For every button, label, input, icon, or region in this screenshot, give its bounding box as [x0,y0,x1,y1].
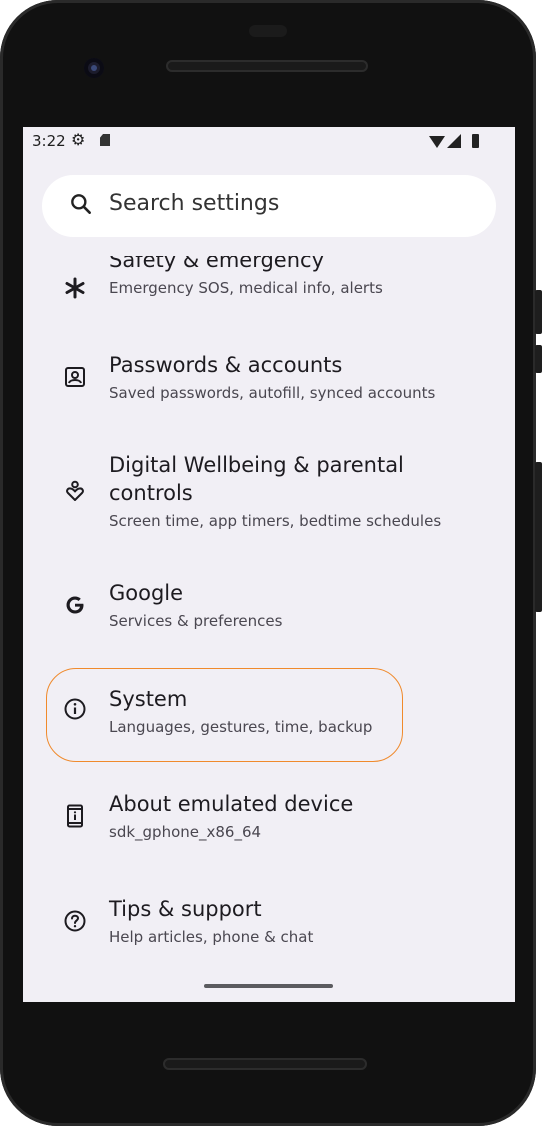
power-button [535,462,542,612]
volume-down-button [535,345,542,373]
item-subtitle: Emergency SOS, medical info, alerts [109,279,383,297]
cell-signal-icon [447,134,461,148]
settings-item-digital-wellbeing[interactable]: Digital Wellbeing & parental controls Sc… [23,449,515,541]
screen: 3:22 ⚙ Search settings Safety & emergenc… [23,127,515,1002]
item-title: Safety & emergency [109,248,324,272]
settings-item-safety[interactable]: Safety & emergency Emergency SOS, medica… [23,248,515,312]
item-title: Passwords & accounts [109,353,343,377]
phone-info-icon [61,802,89,830]
bottom-speaker [163,1058,367,1070]
search-bar[interactable]: Search settings [42,175,496,237]
settings-item-about-device[interactable]: About emulated device sdk_gphone_x86_64 [23,788,515,852]
item-subtitle: Help articles, phone & chat [109,928,314,946]
search-placeholder: Search settings [109,191,280,216]
item-title: Google [109,581,184,605]
google-icon [61,591,89,619]
item-subtitle: Screen time, app timers, bedtime schedul… [109,512,442,530]
wellbeing-icon [61,477,89,505]
asterisk-icon [61,274,89,302]
item-subtitle: Services & preferences [109,612,283,630]
settings-item-google[interactable]: Google Services & preferences [23,577,515,641]
item-title-line1: Digital Wellbeing & parental [109,453,404,477]
gesture-nav-handle[interactable] [204,984,333,988]
status-time: 3:22 [32,132,66,150]
settings-item-system[interactable]: System Languages, gestures, time, backup [23,683,515,747]
item-title: About emulated device [109,792,354,816]
settings-item-passwords[interactable]: Passwords & accounts Saved passwords, au… [23,349,515,413]
sd-card-icon [100,134,110,146]
status-bar: 3:22 ⚙ [23,127,515,155]
item-subtitle: sdk_gphone_x86_64 [109,823,262,841]
volume-up-button [535,290,542,334]
wifi-icon [429,136,445,148]
item-title-line2: controls [109,481,193,505]
settings-item-tips-support[interactable]: Tips & support Help articles, phone & ch… [23,893,515,957]
item-subtitle: Saved passwords, autofill, synced accoun… [109,384,436,402]
front-camera [84,58,104,78]
settings-gear-icon: ⚙ [71,130,86,149]
help-icon [61,907,89,935]
item-title: Tips & support [109,897,262,921]
earpiece-speaker [166,60,368,72]
account-box-icon [61,363,89,391]
battery-icon [472,134,479,148]
phone-frame: 3:22 ⚙ Search settings Safety & emergenc… [0,0,536,1126]
info-icon [61,695,89,723]
proximity-sensor [249,25,287,37]
search-icon [71,194,91,214]
item-title: System [109,687,188,711]
item-subtitle: Languages, gestures, time, backup [109,718,373,736]
